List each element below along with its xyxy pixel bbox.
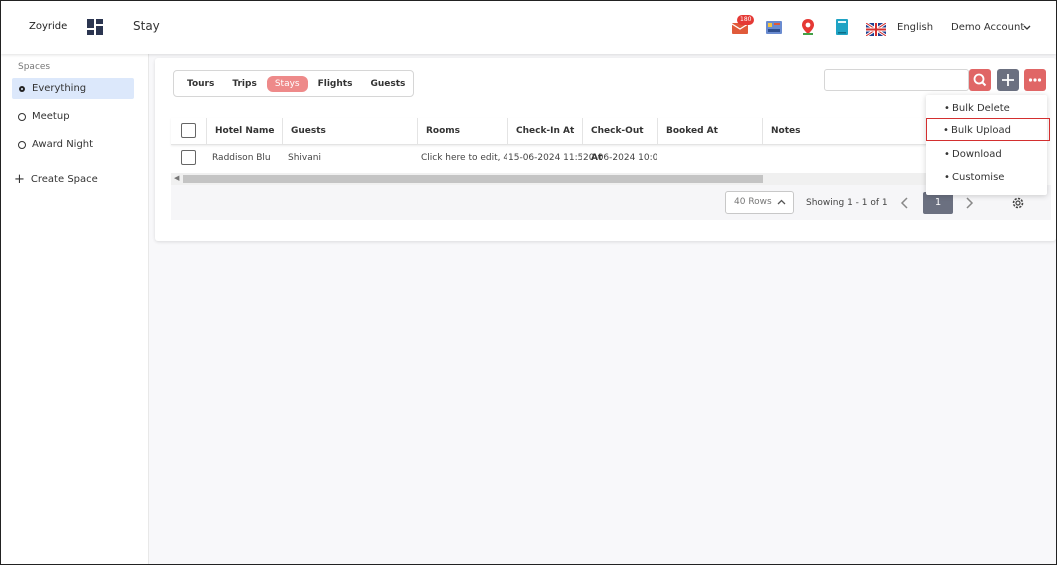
plus-icon [1002, 74, 1014, 86]
cell-hotel-name[interactable]: Raddison Blu [208, 145, 282, 172]
create-space-button[interactable]: + Create Space [14, 171, 98, 187]
notification-badge: 180 [737, 15, 755, 25]
sidebar-item-label: Everything [32, 83, 87, 94]
chevron-up-icon [777, 199, 786, 205]
plus-icon: + [14, 171, 25, 187]
sidebar-item-everything[interactable]: Everything [12, 78, 134, 99]
sidebar-item-award-night[interactable]: Award Night [12, 134, 134, 155]
rows-per-page-value: 40 Rows [734, 197, 772, 207]
column-notes[interactable]: Notes [762, 118, 947, 145]
circle-icon [18, 112, 26, 121]
menu-item-label: Download [952, 149, 1002, 160]
cell-guests[interactable]: Shivani [284, 145, 417, 172]
horizontal-scrollbar[interactable]: ◀ [171, 173, 947, 185]
select-all-checkbox[interactable] [181, 123, 196, 138]
column-hotel-name[interactable]: Hotel Name [206, 118, 282, 145]
page-button-current[interactable]: 1 [923, 192, 953, 214]
menu-item-label: Bulk Upload [951, 125, 1011, 136]
spaces-heading: Spaces [18, 62, 51, 72]
menu-item-label: Customise [952, 172, 1005, 183]
create-space-label: Create Space [30, 174, 98, 185]
more-options-button[interactable] [1024, 69, 1046, 91]
header-select-cell [171, 118, 206, 145]
tab-flights[interactable]: Flights [310, 76, 361, 92]
cell-check-in[interactable]: 15-06-2024 11:50 [504, 145, 582, 172]
pagination-summary: Showing 1 - 1 of 1 [806, 198, 888, 208]
table-footer [171, 185, 1051, 220]
column-guests[interactable]: Guests [282, 118, 417, 145]
sidebar: Spaces Everything Meetup Award Night + C… [1, 54, 149, 564]
chevron-left-icon[interactable] [899, 196, 911, 210]
table-header: Hotel Name Guests Rooms Check-In At Chec… [171, 118, 947, 163]
search-icon [973, 73, 987, 87]
menu-item-label: Bulk Delete [952, 103, 1010, 114]
category-tabs: Tours Trips Stays Flights Guests [173, 70, 414, 97]
more-options-menu: Bulk Delete Bulk Upload Download Customi… [926, 95, 1050, 195]
language-selector[interactable]: English [897, 22, 933, 33]
sidebar-item-label: Meetup [32, 111, 70, 122]
search-input[interactable] [824, 69, 969, 91]
map-pin-icon[interactable] [799, 18, 817, 36]
tab-guests[interactable]: Guests [362, 76, 413, 92]
gear-icon [19, 85, 25, 92]
add-button[interactable] [997, 69, 1019, 91]
column-booked-at[interactable]: Booked At [657, 118, 762, 145]
menu-item-download[interactable]: Download [928, 143, 1045, 166]
gear-icon[interactable] [1011, 196, 1025, 210]
main-content: Tours Trips Stays Flights Guests Hotel N… [149, 54, 1056, 564]
app-window: Zoyride Stay 180 English Demo Account Sp… [0, 0, 1057, 565]
search-button[interactable] [969, 69, 991, 91]
row-checkbox[interactable] [181, 150, 196, 165]
book-icon[interactable] [833, 18, 851, 36]
scroll-left-icon[interactable]: ◀ [174, 174, 179, 182]
ticket-icon[interactable] [765, 18, 783, 36]
account-menu[interactable]: Demo Account [951, 22, 1024, 33]
brand-name[interactable]: Zoyride [29, 21, 67, 32]
page-title: Stay [133, 19, 160, 33]
chevron-down-icon[interactable] [1023, 25, 1031, 31]
more-dots-icon [1028, 78, 1042, 82]
menu-item-bulk-upload[interactable]: Bulk Upload [926, 118, 1050, 142]
cell-booked-at[interactable] [657, 145, 762, 172]
tab-trips[interactable]: Trips [224, 76, 264, 92]
column-check-out[interactable]: Check-Out At [582, 118, 657, 163]
column-rooms[interactable]: Rooms [417, 118, 507, 145]
tab-tours[interactable]: Tours [179, 76, 222, 92]
top-header: Zoyride Stay 180 English Demo Account [1, 1, 1056, 54]
cell-rooms[interactable]: Click here to edit, 43. [417, 145, 507, 172]
sidebar-item-meetup[interactable]: Meetup [12, 106, 134, 127]
menu-item-bulk-delete[interactable]: Bulk Delete [928, 97, 1045, 120]
rows-per-page-select[interactable]: 40 Rows [725, 191, 794, 214]
sidebar-item-label: Award Night [32, 139, 94, 150]
column-check-in[interactable]: Check-In At [507, 118, 582, 145]
scrollbar-thumb[interactable] [183, 175, 763, 183]
uk-flag-icon[interactable] [866, 23, 886, 36]
dashboard-grid-icon[interactable] [87, 19, 103, 35]
cell-check-out[interactable]: 20-06-2024 10:00 [579, 145, 657, 172]
menu-item-customise[interactable]: Customise [928, 166, 1045, 189]
circle-icon [18, 140, 26, 149]
cell-notes[interactable] [762, 145, 947, 172]
stays-panel: Tours Trips Stays Flights Guests Hotel N… [155, 58, 1056, 241]
table-row[interactable]: Raddison Blu Shivani Click here to edit,… [171, 145, 947, 172]
chevron-right-icon[interactable] [963, 196, 975, 210]
stays-table: Hotel Name Guests Rooms Check-In At Chec… [171, 118, 947, 172]
tab-stays[interactable]: Stays [266, 75, 308, 92]
